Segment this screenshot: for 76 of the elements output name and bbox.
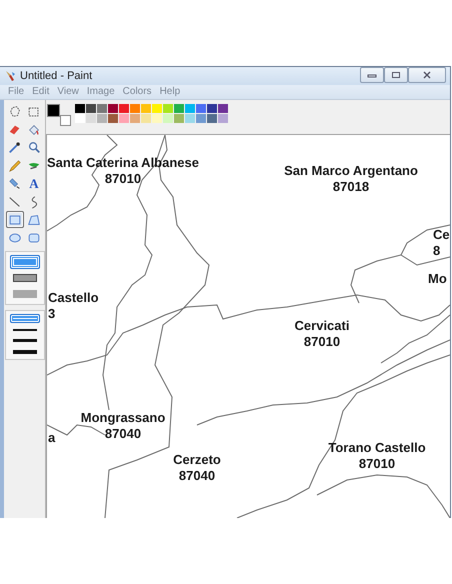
postal-code: 87040 <box>104 426 142 442</box>
free-select-icon <box>8 104 22 118</box>
postal-code: 87010 <box>304 334 340 350</box>
postal-code: 87010 <box>104 171 142 187</box>
rounded-rectangle-icon <box>27 230 41 244</box>
select-icon <box>27 104 41 118</box>
place-name: a <box>48 430 56 446</box>
close-icon <box>422 71 432 79</box>
background-color-swatch[interactable] <box>60 115 71 126</box>
palette-color[interactable] <box>108 114 118 123</box>
palette-color[interactable] <box>152 114 162 123</box>
foreground-color-swatch[interactable] <box>47 104 60 117</box>
menu-item[interactable]: Image <box>82 85 119 99</box>
palette-color[interactable] <box>75 114 85 123</box>
postal-code: 87010 <box>358 456 396 472</box>
palette-color[interactable] <box>196 114 206 123</box>
palette-color[interactable] <box>130 104 140 113</box>
place-name: Mo <box>428 271 447 287</box>
window-title: Untitled - Paint <box>20 70 94 82</box>
minimize-icon <box>367 72 377 78</box>
picker-icon <box>8 140 22 154</box>
line-icon <box>8 194 22 208</box>
menu-item[interactable]: View <box>53 85 83 99</box>
palette-color[interactable] <box>218 114 228 123</box>
place-name: Cerzeto <box>173 452 221 468</box>
palette-color[interactable] <box>97 114 107 123</box>
place-name: Torano Castello <box>328 440 426 456</box>
palette-color[interactable] <box>152 104 162 113</box>
minimize-button[interactable] <box>360 67 384 83</box>
text-tool[interactable]: A <box>25 175 43 192</box>
place-name: Ce <box>433 227 450 243</box>
place-name: Castello <box>48 290 99 306</box>
palette-color[interactable] <box>207 104 217 113</box>
postal-code: 3 <box>48 306 56 322</box>
maximize-button[interactable] <box>384 67 408 83</box>
fill-icon <box>27 122 41 136</box>
palette-color[interactable] <box>185 104 195 113</box>
menu-item[interactable]: Help <box>156 85 184 99</box>
ellipse-icon <box>8 230 22 244</box>
fill-style-option[interactable] <box>10 255 40 269</box>
magnifier-icon <box>27 140 41 154</box>
palette-color[interactable] <box>174 114 184 123</box>
polygon-icon <box>27 212 41 226</box>
palette-color[interactable] <box>86 104 96 113</box>
palette-color[interactable] <box>75 104 85 113</box>
pencil-icon <box>8 158 22 172</box>
rectangle-icon <box>8 212 22 226</box>
menu-item[interactable]: Colors <box>118 85 156 99</box>
rectangle-tool[interactable] <box>6 211 24 228</box>
postal-code: 8 <box>433 243 440 259</box>
palette-color[interactable] <box>141 104 151 113</box>
palette-color[interactable] <box>207 114 217 123</box>
palette-color[interactable] <box>163 104 173 113</box>
palette-color[interactable] <box>141 114 151 123</box>
postal-code: 87018 <box>332 179 370 195</box>
place-name: Cervicati <box>294 318 350 334</box>
palette-color[interactable] <box>185 114 195 123</box>
paint-brush-icon <box>4 70 16 82</box>
place-name: Mongrassano <box>80 410 166 426</box>
close-button[interactable] <box>408 67 446 83</box>
palette-color[interactable] <box>174 104 184 113</box>
palette-color[interactable] <box>163 114 173 123</box>
palette-color[interactable] <box>119 104 129 113</box>
place-name: San Marco Argentano <box>284 163 418 179</box>
palette-color[interactable] <box>119 114 129 123</box>
palette-color[interactable] <box>218 104 228 113</box>
palette-color[interactable] <box>196 104 206 113</box>
palette-color[interactable] <box>97 104 107 113</box>
palette-color[interactable] <box>130 114 140 123</box>
palette-color[interactable] <box>86 114 96 123</box>
postal-code: 87040 <box>178 468 216 484</box>
airbrush-icon <box>8 176 22 190</box>
menu-item[interactable]: Edit <box>28 85 54 99</box>
menu-item[interactable]: File <box>4 85 28 99</box>
palette-color[interactable] <box>108 104 118 113</box>
maximize-icon <box>391 71 401 79</box>
